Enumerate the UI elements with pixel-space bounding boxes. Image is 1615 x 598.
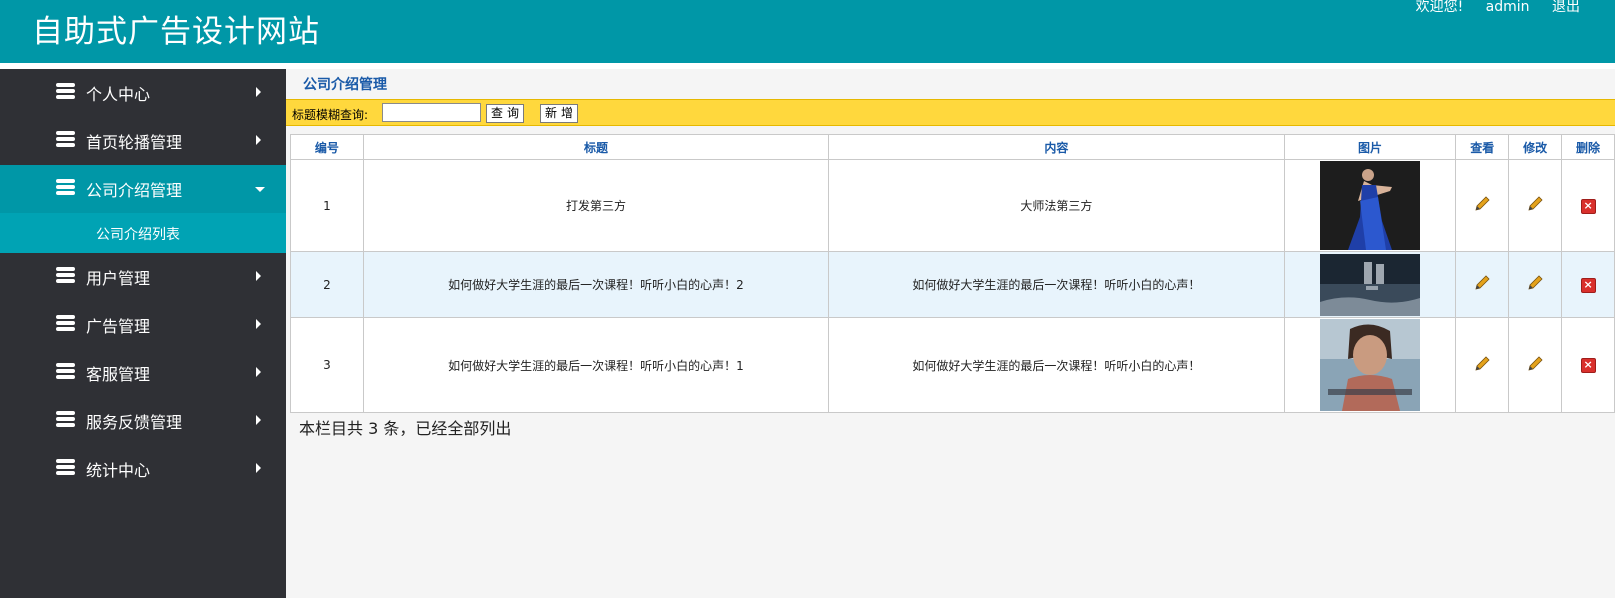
cell-edit	[1508, 251, 1563, 318]
logout-link[interactable]: 退出	[1552, 0, 1580, 15]
chevron-right-icon	[256, 415, 261, 425]
cell-image	[1283, 251, 1457, 318]
sidebar-subitem-label: 公司介绍列表	[96, 227, 180, 243]
stack-icon	[56, 267, 75, 284]
woman-blue-dress-image[interactable]	[1319, 161, 1420, 250]
movie-poster-image[interactable]	[1319, 253, 1420, 316]
sidebar-item-ads[interactable]: 广告管理	[0, 301, 286, 349]
cell-edit	[1508, 317, 1563, 413]
site-title: 自助式广告设计网站	[32, 14, 320, 50]
column-header-edit: 修改	[1508, 134, 1563, 160]
welcome-text: 欢迎您!	[1415, 0, 1464, 15]
child-portrait-image[interactable]	[1319, 319, 1420, 411]
cell-id: 1	[290, 159, 364, 252]
pencil-icon[interactable]	[1473, 274, 1491, 292]
add-button[interactable]: 新增	[540, 104, 578, 123]
cell-content: 如何做好大学生涯的最后一次课程！听听小白的心声！	[828, 317, 1285, 413]
table-row: 3 如何做好大学生涯的最后一次课程！听听小白的心声！1 如何做好大学生涯的最后一…	[290, 317, 1615, 413]
pencil-icon[interactable]	[1473, 355, 1491, 373]
column-header-id: 编号	[290, 134, 364, 160]
stack-icon	[56, 83, 75, 100]
username[interactable]: admin	[1486, 0, 1530, 15]
pencil-icon[interactable]	[1526, 274, 1544, 292]
cell-id: 2	[290, 251, 364, 318]
search-bar: 标题模糊查询: 查询 新增	[286, 99, 1615, 126]
column-header-content: 内容	[828, 134, 1285, 160]
cell-id: 3	[290, 317, 364, 413]
sidebar-item-personal-center[interactable]: 个人中心	[0, 69, 286, 117]
chevron-right-icon	[256, 367, 261, 377]
close-box-icon[interactable]: ×	[1580, 358, 1596, 373]
page-title: 公司介绍管理	[303, 77, 387, 93]
stack-icon	[56, 315, 75, 332]
sidebar-item-label: 客服管理	[86, 365, 151, 384]
stack-icon	[56, 131, 75, 148]
sidebar-item-feedback[interactable]: 服务反馈管理	[0, 397, 286, 445]
stack-icon	[56, 363, 75, 380]
table-header-row: 编号 标题 内容 图片 查看 修改 删除	[290, 134, 1615, 160]
top-header: 自助式广告设计网站 欢迎您! admin 退出	[0, 0, 1615, 63]
column-header-view: 查看	[1455, 134, 1510, 160]
table-row: 2 如何做好大学生涯的最后一次课程！听听小白的心声！2 如何做好大学生涯的最后一…	[290, 251, 1615, 318]
sidebar-item-carousel[interactable]: 首页轮播管理	[0, 117, 286, 165]
table-row: 1 打发第三方 大师法第三方 ×	[290, 159, 1615, 252]
query-button[interactable]: 查询	[486, 104, 524, 123]
sidebar-item-label: 用户管理	[86, 269, 151, 288]
cell-title: 如何做好大学生涯的最后一次课程！听听小白的心声！2	[362, 251, 830, 318]
main-content: 公司介绍管理 标题模糊查询: 查询 新增 编号 标题 内容 图片 查看 修改 删…	[286, 69, 1615, 598]
column-header-title: 标题	[362, 134, 830, 160]
sidebar-item-users[interactable]: 用户管理	[0, 253, 286, 301]
chevron-right-icon	[256, 135, 261, 145]
record-count-note: 本栏目共 3 条，已经全部列出	[299, 419, 512, 438]
cell-view	[1455, 251, 1510, 318]
cell-content: 大师法第三方	[828, 159, 1285, 252]
close-box-icon[interactable]: ×	[1580, 277, 1596, 293]
sidebar-item-customer-service[interactable]: 客服管理	[0, 349, 286, 397]
search-input[interactable]	[382, 103, 481, 122]
chevron-right-icon	[256, 463, 261, 473]
cell-view	[1455, 317, 1510, 413]
sidebar-item-label: 个人中心	[86, 85, 151, 104]
pencil-icon[interactable]	[1473, 195, 1491, 213]
sidebar: 个人中心 首页轮播管理 公司介绍管理 公司介绍列表 用户管理 广告管理 客服管理…	[0, 69, 286, 598]
column-header-image: 图片	[1283, 134, 1457, 160]
sidebar-item-label: 广告管理	[86, 317, 151, 336]
pencil-icon[interactable]	[1526, 355, 1544, 373]
cell-content: 如何做好大学生涯的最后一次课程！听听小白的心声！	[828, 251, 1285, 318]
close-box-icon[interactable]: ×	[1580, 198, 1596, 214]
chevron-down-icon	[255, 187, 265, 192]
company-intro-table: 编号 标题 内容 图片 查看 修改 删除 1 打发第三方 大师法第三方 × 2 …	[290, 134, 1615, 413]
chevron-right-icon	[256, 319, 261, 329]
search-label: 标题模糊查询:	[292, 108, 369, 122]
cell-edit	[1508, 159, 1563, 252]
sidebar-item-label: 统计中心	[86, 461, 151, 480]
pencil-icon[interactable]	[1526, 195, 1544, 213]
cell-delete: ×	[1561, 159, 1615, 252]
sidebar-item-label: 服务反馈管理	[86, 413, 183, 432]
cell-delete: ×	[1561, 317, 1615, 413]
cell-title: 打发第三方	[362, 159, 830, 252]
cell-image	[1283, 159, 1457, 252]
cell-image	[1283, 317, 1457, 413]
sidebar-item-statistics[interactable]: 统计中心	[0, 445, 286, 493]
sidebar-item-label: 首页轮播管理	[86, 133, 183, 152]
user-area: 欢迎您! admin 退出	[1398, 0, 1580, 16]
column-header-delete: 删除	[1561, 134, 1615, 160]
stack-icon	[56, 411, 75, 428]
chevron-right-icon	[256, 87, 261, 97]
stack-icon	[56, 459, 75, 476]
stack-icon	[56, 179, 75, 196]
chevron-right-icon	[256, 271, 261, 281]
sidebar-subitem-company-intro-list[interactable]: 公司介绍列表	[0, 213, 286, 253]
sidebar-item-label: 公司介绍管理	[86, 181, 183, 200]
cell-delete: ×	[1561, 251, 1615, 318]
cell-view	[1455, 159, 1510, 252]
sidebar-item-company-intro[interactable]: 公司介绍管理	[0, 165, 286, 213]
cell-title: 如何做好大学生涯的最后一次课程！听听小白的心声！1	[362, 317, 830, 413]
